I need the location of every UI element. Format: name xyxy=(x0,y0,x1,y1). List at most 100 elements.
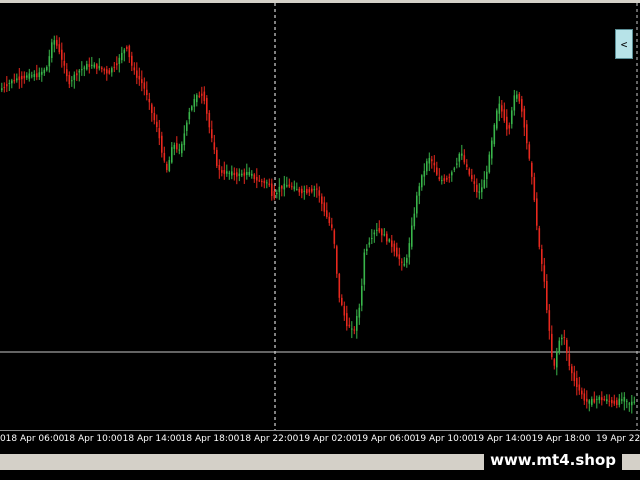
candle xyxy=(571,363,573,381)
candle-body xyxy=(358,307,361,318)
candle-body xyxy=(616,400,618,406)
candle xyxy=(388,238,391,243)
candle-body xyxy=(206,97,208,114)
candle-body xyxy=(576,377,578,388)
candle-body xyxy=(201,93,203,96)
candle xyxy=(1,82,3,93)
candle-body xyxy=(128,45,131,58)
candle xyxy=(66,63,68,82)
candle xyxy=(358,303,361,325)
candle xyxy=(63,52,66,74)
candle-body xyxy=(618,398,621,405)
candle xyxy=(316,183,318,198)
candle-body xyxy=(76,73,78,76)
candle-body xyxy=(503,109,506,121)
candle xyxy=(471,168,473,182)
candle xyxy=(411,217,413,250)
candle-body xyxy=(471,175,473,180)
candle-body xyxy=(408,243,411,258)
candle xyxy=(146,81,148,101)
candle-body xyxy=(356,315,358,331)
candle xyxy=(113,62,116,73)
candle xyxy=(561,334,563,346)
candle-body xyxy=(188,112,191,120)
candle xyxy=(46,65,48,72)
candle-body xyxy=(266,182,268,184)
candle xyxy=(136,62,138,85)
time-tick-label: 18 Apr 14:00 xyxy=(122,434,182,444)
candle xyxy=(13,73,16,84)
candle xyxy=(276,189,278,199)
candle xyxy=(466,159,468,171)
candle-body xyxy=(363,252,366,285)
candle xyxy=(81,61,83,76)
candle xyxy=(381,228,383,243)
candle-body xyxy=(361,285,363,306)
candle-body xyxy=(191,106,193,111)
candle-body xyxy=(486,171,488,179)
time-tick-label: 18 Apr 22:00 xyxy=(239,434,299,444)
candle-body xyxy=(98,65,101,69)
candle xyxy=(403,257,406,267)
candle xyxy=(498,96,501,122)
chart-shift-button[interactable]: < xyxy=(615,29,633,59)
price-chart[interactable]: < xyxy=(0,3,640,430)
candle-body xyxy=(61,49,63,60)
candle-body xyxy=(301,188,303,194)
candle-body xyxy=(226,171,228,174)
candle xyxy=(443,174,446,184)
candle-body xyxy=(106,69,108,74)
candle-body xyxy=(531,162,533,177)
candle-body xyxy=(383,234,386,236)
candlestick-series xyxy=(0,3,640,430)
candle xyxy=(511,106,513,129)
candle xyxy=(546,274,548,314)
candle-body xyxy=(448,176,451,178)
candle-body xyxy=(296,189,298,191)
candle-body xyxy=(186,122,188,131)
candle-body xyxy=(308,189,311,193)
candle-body xyxy=(126,46,128,49)
time-tick-label: 18 Apr 10:00 xyxy=(63,434,123,444)
candle xyxy=(163,146,166,163)
candle-body xyxy=(311,188,313,192)
candle-body xyxy=(18,76,21,81)
candle-body xyxy=(331,224,333,228)
candle-body xyxy=(533,177,536,201)
candle-body xyxy=(496,110,498,129)
candle-body xyxy=(353,329,356,331)
candle xyxy=(116,56,118,70)
candle-body xyxy=(553,359,556,366)
candle xyxy=(188,107,191,125)
candle xyxy=(556,347,558,376)
candle xyxy=(203,86,206,105)
candle-body xyxy=(351,328,353,330)
candle-body xyxy=(428,157,431,164)
candle xyxy=(633,396,636,405)
candle xyxy=(156,114,158,133)
candle xyxy=(101,66,103,73)
candle xyxy=(563,329,566,345)
candle xyxy=(496,108,498,131)
candle xyxy=(291,182,293,190)
candle-body xyxy=(381,229,383,236)
candle-body xyxy=(138,75,141,80)
time-tick-label: 19 Apr 02:00 xyxy=(298,434,358,444)
candle-body xyxy=(68,74,71,85)
candle xyxy=(178,143,181,155)
candle xyxy=(478,183,481,200)
candle-body xyxy=(253,174,256,180)
candle xyxy=(313,185,316,197)
candle xyxy=(201,86,203,104)
candle xyxy=(486,165,488,188)
candle xyxy=(618,394,621,408)
candle xyxy=(31,71,33,79)
candle-body xyxy=(558,340,561,353)
candle xyxy=(23,71,26,84)
candle xyxy=(366,244,368,255)
candle-body xyxy=(151,104,153,113)
candle-body xyxy=(483,179,486,188)
candle-body xyxy=(231,171,233,176)
candle xyxy=(263,177,266,189)
candle-body xyxy=(33,74,36,78)
